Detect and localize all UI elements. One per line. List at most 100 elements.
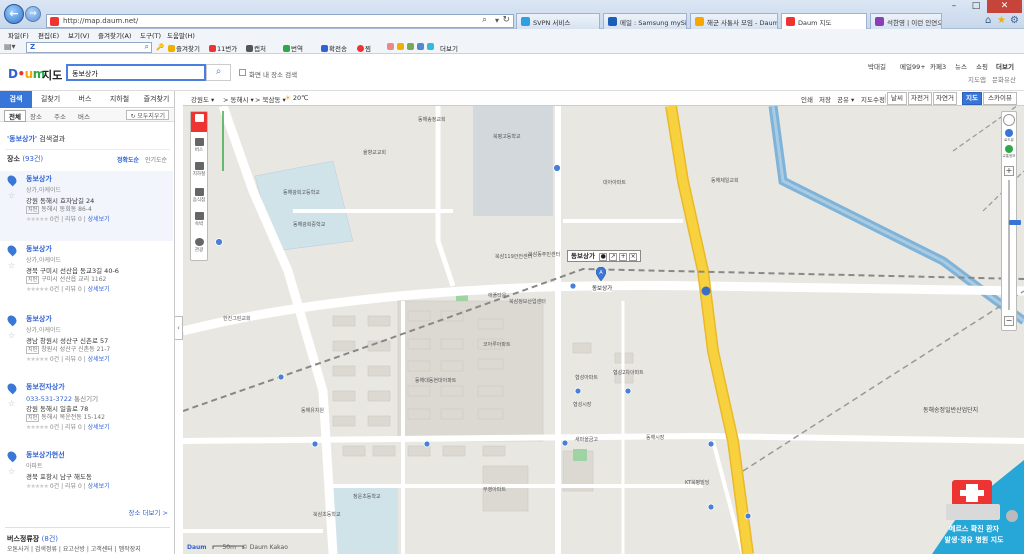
toolbar-bookmark[interactable]: 찜 [357, 43, 371, 53]
user-name-link[interactable]: 박대길 [868, 61, 886, 71]
menu-help[interactable]: 도움말(H) [167, 30, 195, 40]
map-poi-label[interactable]: 동해유치원 [301, 407, 324, 414]
map-poi-label[interactable]: 코아루아파트 [483, 341, 511, 348]
breadcrumb-dong[interactable]: > 북삼동 ▾ [255, 94, 286, 104]
menu-tools[interactable]: 도구(T) [140, 30, 161, 40]
result-item[interactable]: ☆ 동보상가 상가,아케이드 경북 구미시 선산읍 동교3길 40-6 지번 구미… [0, 241, 173, 311]
toolbar-translate[interactable]: 번역 [283, 43, 303, 53]
address-bar[interactable]: http://map.daum.net/ ⌕ ▾ ↻ [46, 14, 514, 28]
star-icon[interactable]: ☆ [8, 399, 15, 408]
compass-icon[interactable] [1003, 114, 1015, 126]
refresh-icon[interactable]: ↻ [502, 15, 510, 25]
star-icon[interactable]: ☆ [8, 331, 15, 340]
toolbar-favorites[interactable]: 즐겨찾기 [168, 43, 200, 53]
popup-route-icon[interactable]: ↗ [609, 253, 618, 261]
maximize-button[interactable]: □ [965, 0, 987, 13]
favorites-star-icon[interactable]: ★ [997, 15, 1006, 26]
map-poi-label[interactable]: 율향교교회 [363, 149, 386, 156]
result-title[interactable]: 동보상가 [26, 314, 52, 324]
browser-tab[interactable]: 메일 : Samsung mySingle [603, 13, 687, 29]
zoom-slider-handle[interactable] [1009, 220, 1021, 225]
subtab-all[interactable]: 전체 [4, 110, 26, 122]
main-search-input[interactable]: 동보상가 [66, 64, 206, 81]
map-poi-label[interactable]: 동해제일교회 [711, 177, 739, 184]
edit-map-button[interactable]: 지도수정 [861, 94, 885, 104]
menu-edit[interactable]: 편집(E) [38, 30, 59, 40]
breadcrumb-city[interactable]: > 동해시 ▾ [223, 94, 254, 104]
tab-favorites[interactable]: 즐겨찾기 [138, 91, 174, 108]
result-title[interactable]: 동보전자상가 [26, 382, 65, 392]
map-type-map[interactable]: 지도 [962, 92, 982, 105]
toolbar-extra-icons[interactable] [387, 43, 435, 51]
mail-link[interactable]: 메일99+ [900, 61, 926, 71]
popup-info-icon[interactable]: ● [599, 253, 608, 261]
popup-add-icon[interactable]: + [619, 253, 628, 261]
landform-button[interactable]: 자연거 [933, 92, 957, 105]
ad-line-1[interactable]: 메르스 확진 환자 [932, 524, 1016, 534]
cafe-link[interactable]: 카페3 [930, 61, 946, 71]
map-poi-label[interactable]: 협성시장 [573, 401, 591, 408]
browser-tab[interactable]: SVPN 서비스 [516, 13, 600, 29]
red-category-button[interactable] [191, 112, 207, 132]
toolbar-send[interactable]: 확전송 [321, 43, 347, 53]
traffic-icon[interactable] [1005, 145, 1013, 153]
map-poi-label[interactable]: 새마을금고 [575, 436, 598, 443]
print-button[interactable]: 인쇄 [801, 94, 813, 104]
map-poi-label[interactable]: 대아아파트 [603, 179, 626, 186]
back-button[interactable]: ← [4, 4, 24, 24]
place-marker-icon[interactable]: A [596, 267, 606, 281]
map-poi-label[interactable]: 북삼119안전센터 [495, 253, 532, 260]
zoom-slider-track[interactable] [1008, 180, 1021, 310]
panel-collapse-button[interactable]: ‹ [175, 316, 183, 340]
map-poi-label[interactable]: 청운초등학교 [353, 493, 381, 500]
tab-subway[interactable]: 지하철 [101, 91, 138, 108]
bus-layer-button[interactable]: 버스 [191, 136, 207, 156]
map-poi-label[interactable]: 동해대동현대아파트 [415, 377, 456, 384]
sort-accuracy-button[interactable]: 정확도순 [117, 155, 139, 164]
roadview-icon[interactable] [1005, 129, 1013, 137]
subtab-bus[interactable]: 버스 [78, 111, 90, 121]
heritage-link[interactable]: 문화유산 [992, 74, 1016, 84]
share-button[interactable]: 공유 ▾ [837, 94, 854, 104]
more-places-link[interactable]: 장소 더보기 > [129, 507, 168, 517]
star-icon[interactable]: ☆ [8, 191, 15, 200]
result-item[interactable]: ☆ 동보전자상가 033-531-3722 통신기기 강원 동해시 일출로 78… [0, 379, 173, 449]
star-icon[interactable]: ☆ [8, 467, 15, 476]
map-app-link[interactable]: 지도앱 [968, 74, 986, 84]
result-item[interactable]: ☆ 동보상가 상가,아케이드 강원 동해시 효자남길 24 지번 동해시 동회동 … [0, 171, 173, 241]
toolbar-capture[interactable]: 캡처 [246, 43, 266, 53]
shopping-link[interactable]: 쇼핑 [976, 61, 988, 71]
menu-file[interactable]: 파일(F) [8, 30, 29, 40]
menu-favorites[interactable]: 즐겨찾기(A) [98, 30, 131, 40]
map-type-skyview[interactable]: 스카이뷰 [983, 92, 1017, 105]
restaurant-layer-button[interactable]: 음식점 [191, 186, 207, 206]
map-poi-label[interactable]: 동해광희중학교 [293, 221, 325, 228]
result-item[interactable]: ☆ 동보상가 상가,아케이드 경남 창원시 성산구 신촌로 57 지번 창원시 성… [0, 311, 173, 381]
star-icon[interactable]: ☆ [8, 261, 15, 270]
service-name[interactable]: 지도 [42, 67, 62, 83]
breadcrumb-province[interactable]: 강원도 ▾ [191, 94, 214, 104]
lodging-layer-button[interactable]: 숙박 [191, 210, 207, 230]
save-button[interactable]: 저장 [819, 94, 831, 104]
map-poi-label[interactable]: KT북평빌딩 [685, 479, 709, 486]
toolbar-key-icon[interactable]: 🔑 [156, 43, 164, 51]
zoom-out-button[interactable]: − [1004, 316, 1014, 326]
minimize-button[interactable]: – [943, 0, 965, 13]
toolbar-11st[interactable]: 11번가 [209, 43, 237, 53]
subtab-address[interactable]: 주소 [54, 111, 66, 121]
search-icon[interactable]: ⌕ [482, 15, 487, 25]
more-link[interactable]: 더보기 [996, 61, 1014, 71]
home-icon[interactable]: ⌂ [985, 15, 991, 26]
daum-brand[interactable]: Daum [187, 544, 207, 551]
browser-tab[interactable]: 석한영 | 이런 인연으로 - [870, 13, 942, 29]
subway-layer-button[interactable]: 지하철 [191, 160, 207, 180]
ad-line-2[interactable]: 발생·경유 병원 지도 [932, 535, 1016, 545]
map-canvas[interactable]: 동해광희고등학교 동해광희중학교 북평고등학교 북삼119안전센터 북삼동주민센터 애플타… [183, 91, 1024, 554]
daum-logo[interactable]: D•um [8, 67, 45, 81]
map-poi-label[interactable]: 북삼정보산업센터 [509, 298, 546, 305]
map-poi-label[interactable]: 협성2차아파트 [613, 369, 644, 376]
weather-button[interactable]: 날씨 [887, 92, 907, 105]
main-search-button[interactable]: ⌕ [206, 64, 231, 81]
forward-button[interactable]: → [25, 6, 41, 22]
menu-view[interactable]: 보기(V) [68, 30, 89, 40]
